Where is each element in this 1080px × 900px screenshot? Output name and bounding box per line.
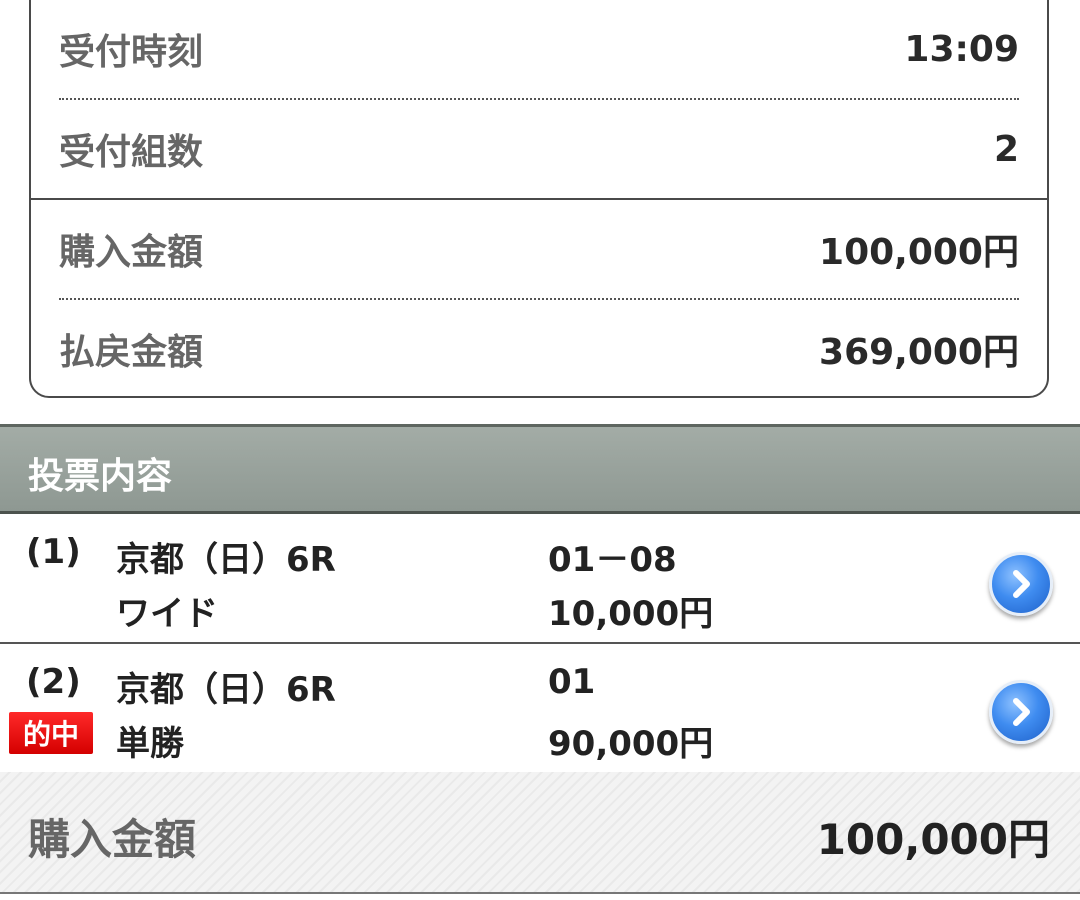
bet-race: 京都（日）6R [116, 540, 336, 580]
bet-detail-button[interactable] [989, 552, 1053, 616]
bet-type: 単勝 [116, 724, 184, 764]
purchase-amount-label: 購入金額 [59, 232, 204, 273]
bet-amount: 10,000円 [548, 594, 714, 634]
reception-count-value: 2 [993, 128, 1019, 170]
ticket-detail-page: 受付時刻 13:09 受付組数 2 購入金額 100,000円 払戻金額 369… [0, 0, 1080, 900]
reception-time-row: 受付時刻 13:09 [59, 0, 1019, 99]
reception-time-value: 13:09 [904, 28, 1019, 70]
purchase-amount-value: 100,000円 [819, 232, 1019, 273]
reception-count-row: 受付組数 2 [59, 99, 1019, 199]
bet-combination: 01－08 [548, 540, 677, 580]
bet-number: (2) [26, 662, 81, 702]
chevron-right-circle-icon [1013, 570, 1030, 598]
bet-amount: 90,000円 [548, 724, 714, 764]
section-title: 投票内容 [28, 456, 173, 497]
bet-type: ワイド [116, 594, 218, 634]
total-purchase-bar: 購入金額 100,000円 [0, 772, 1080, 894]
bet-number: (1) [26, 532, 81, 572]
total-purchase-label: 購入金額 [28, 815, 197, 864]
purchase-amount-row: 購入金額 100,000円 [59, 199, 1019, 299]
bet-row[interactable]: (2) 的中 京都（日）6R 単勝 01 90,000円 [0, 644, 1080, 774]
payout-amount-value: 369,000円 [819, 332, 1019, 373]
bet-detail-button[interactable] [989, 680, 1053, 744]
bet-race: 京都（日）6R [116, 670, 336, 710]
payout-amount-row: 払戻金額 369,000円 [59, 299, 1019, 399]
chevron-right-circle-icon [1013, 698, 1030, 726]
bet-contents-header: 投票内容 [0, 424, 1080, 514]
summary-card: 受付時刻 13:09 受付組数 2 購入金額 100,000円 払戻金額 369… [29, 0, 1049, 398]
reception-count-label: 受付組数 [59, 132, 204, 173]
bet-row[interactable]: (1) 京都（日）6R ワイド 01－08 10,000円 [0, 514, 1080, 644]
payout-amount-label: 払戻金額 [59, 332, 204, 373]
total-purchase-value: 100,000円 [816, 815, 1050, 864]
hit-badge: 的中 [9, 712, 93, 754]
bet-combination: 01 [548, 662, 596, 702]
reception-time-label: 受付時刻 [59, 32, 204, 73]
